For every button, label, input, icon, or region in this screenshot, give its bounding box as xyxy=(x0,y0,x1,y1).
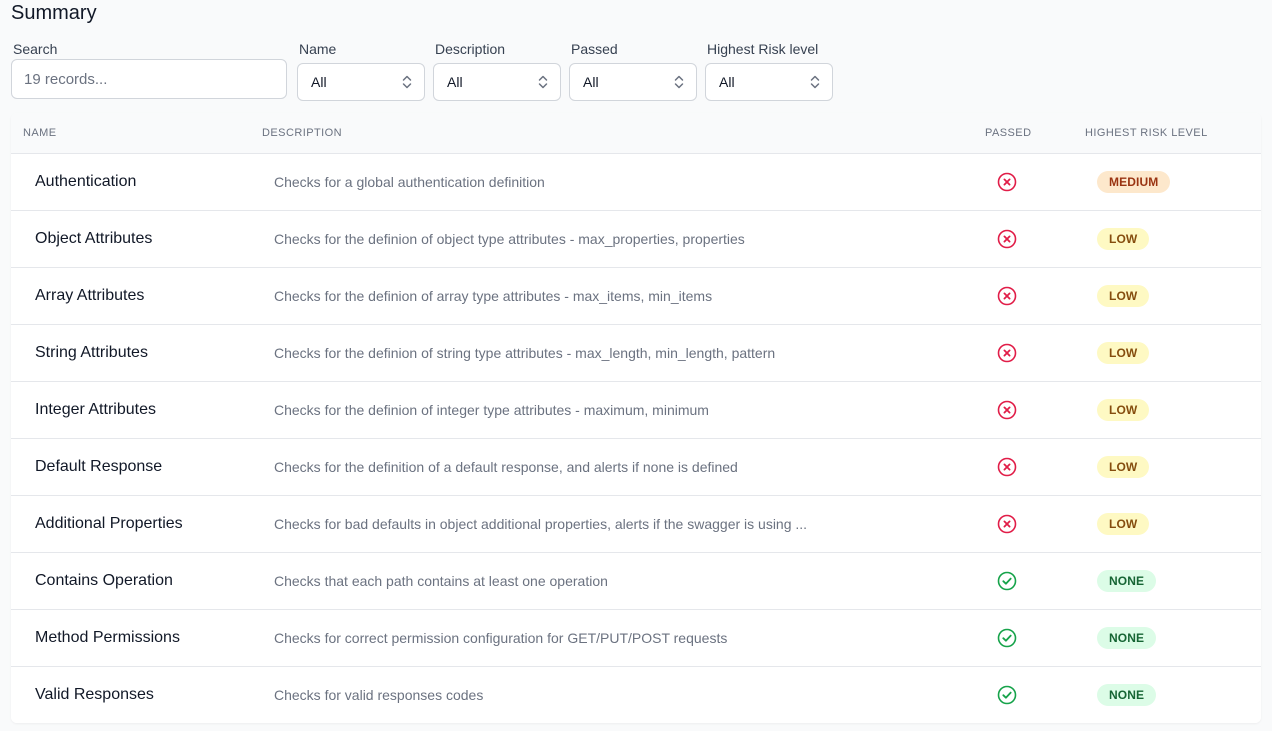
search-input[interactable] xyxy=(11,59,287,99)
name-select[interactable]: All xyxy=(297,63,425,101)
row-description: Checks for bad defaults in object additi… xyxy=(274,516,808,532)
table-row[interactable]: Additional Properties Checks for bad defa… xyxy=(11,496,1261,553)
row-name: Default Response xyxy=(35,458,163,475)
row-description: Checks for correct permission configurat… xyxy=(274,630,728,646)
row-description: Checks for a global authentication defin… xyxy=(274,174,545,190)
name-filter-label: Name xyxy=(299,41,337,57)
chevron-up-down-icon xyxy=(810,75,820,89)
risk-badge: LOW xyxy=(1097,399,1150,421)
search-label: Search xyxy=(13,41,58,57)
x-circle-icon xyxy=(997,343,1017,363)
chevron-up-down-icon xyxy=(674,75,684,89)
passed-select[interactable]: All xyxy=(569,63,697,101)
name-filter: Name All xyxy=(297,40,425,101)
description-select-value: All xyxy=(447,74,463,90)
x-circle-icon xyxy=(997,514,1017,534)
passed-filter: Passed All xyxy=(569,40,697,101)
table-row[interactable]: Valid Responses Checks for valid response… xyxy=(11,667,1261,723)
table-row[interactable]: Default Response Checks for the definitio… xyxy=(11,439,1261,496)
check-circle-icon xyxy=(997,628,1017,648)
row-name: Object Attributes xyxy=(35,230,153,247)
results-table: NAME DESCRIPTION PASSED HIGHEST RISK LEV… xyxy=(11,113,1261,723)
page-title: Summary xyxy=(11,2,97,24)
row-name: Method Permissions xyxy=(35,629,180,646)
search-filter: Search xyxy=(11,40,287,99)
row-description: Checks for the definition of a default r… xyxy=(274,459,738,475)
check-circle-icon xyxy=(997,685,1017,705)
table-header: NAME DESCRIPTION PASSED HIGHEST RISK LEV… xyxy=(11,113,1261,154)
risk-badge: NONE xyxy=(1097,684,1157,706)
row-name: Integer Attributes xyxy=(35,401,156,418)
row-name: Contains Operation xyxy=(35,572,173,589)
row-name: String Attributes xyxy=(35,344,148,361)
check-circle-icon xyxy=(997,571,1017,591)
row-name: Authentication xyxy=(35,173,137,190)
row-description: Checks for the definion of string type a… xyxy=(274,345,776,361)
row-name: Valid Responses xyxy=(35,686,154,703)
risk-badge: LOW xyxy=(1097,456,1150,478)
row-description: Checks for the definion of array type at… xyxy=(274,288,713,304)
row-description: Checks for valid responses codes xyxy=(274,687,484,703)
risk-badge: MEDIUM xyxy=(1097,171,1171,193)
column-header-name[interactable]: NAME xyxy=(23,113,57,153)
risk-badge: LOW xyxy=(1097,513,1150,535)
x-circle-icon xyxy=(997,457,1017,477)
risk-filter-label: Highest Risk level xyxy=(707,41,819,57)
description-filter: Description All xyxy=(433,40,561,101)
table-row[interactable]: Contains Operation Checks that each path … xyxy=(11,553,1261,610)
table-row[interactable]: Object Attributes Checks for the definion… xyxy=(11,211,1261,268)
x-circle-icon xyxy=(997,229,1017,249)
table-row[interactable]: Array Attributes Checks for the definion … xyxy=(11,268,1261,325)
table-row[interactable]: Method Permissions Checks for correct per… xyxy=(11,610,1261,667)
description-filter-label: Description xyxy=(435,41,506,57)
risk-select-value: All xyxy=(719,74,735,90)
x-circle-icon xyxy=(997,400,1017,420)
x-circle-icon xyxy=(997,286,1017,306)
chevron-up-down-icon xyxy=(538,75,548,89)
row-description: Checks that each path contains at least … xyxy=(274,573,608,589)
row-description: Checks for the definion of integer type … xyxy=(274,402,709,418)
table-row[interactable]: String Attributes Checks for the definion… xyxy=(11,325,1261,382)
name-select-value: All xyxy=(311,74,327,90)
passed-filter-label: Passed xyxy=(571,41,618,57)
column-header-risk[interactable]: HIGHEST RISK LEVEL xyxy=(1085,113,1208,153)
column-header-description[interactable]: DESCRIPTION xyxy=(262,113,342,153)
chevron-up-down-icon xyxy=(402,75,412,89)
column-header-passed[interactable]: PASSED xyxy=(985,113,1031,153)
filter-bar: Search Name All Description All Passed A… xyxy=(0,40,1272,102)
table-row[interactable]: Authentication Checks for a global authen… xyxy=(11,154,1261,211)
table-row[interactable]: Integer Attributes Checks for the definio… xyxy=(11,382,1261,439)
risk-badge: LOW xyxy=(1097,342,1150,364)
passed-select-value: All xyxy=(583,74,599,90)
x-circle-icon xyxy=(997,172,1017,192)
row-description: Checks for the definion of object type a… xyxy=(274,231,745,247)
row-name: Array Attributes xyxy=(35,287,145,304)
risk-badge: LOW xyxy=(1097,228,1150,250)
risk-badge: LOW xyxy=(1097,285,1150,307)
risk-badge: NONE xyxy=(1097,627,1157,649)
risk-filter: Highest Risk level All xyxy=(705,40,833,101)
row-name: Additional Properties xyxy=(35,515,183,532)
risk-badge: NONE xyxy=(1097,570,1157,592)
description-select[interactable]: All xyxy=(433,63,561,101)
risk-select[interactable]: All xyxy=(705,63,833,101)
